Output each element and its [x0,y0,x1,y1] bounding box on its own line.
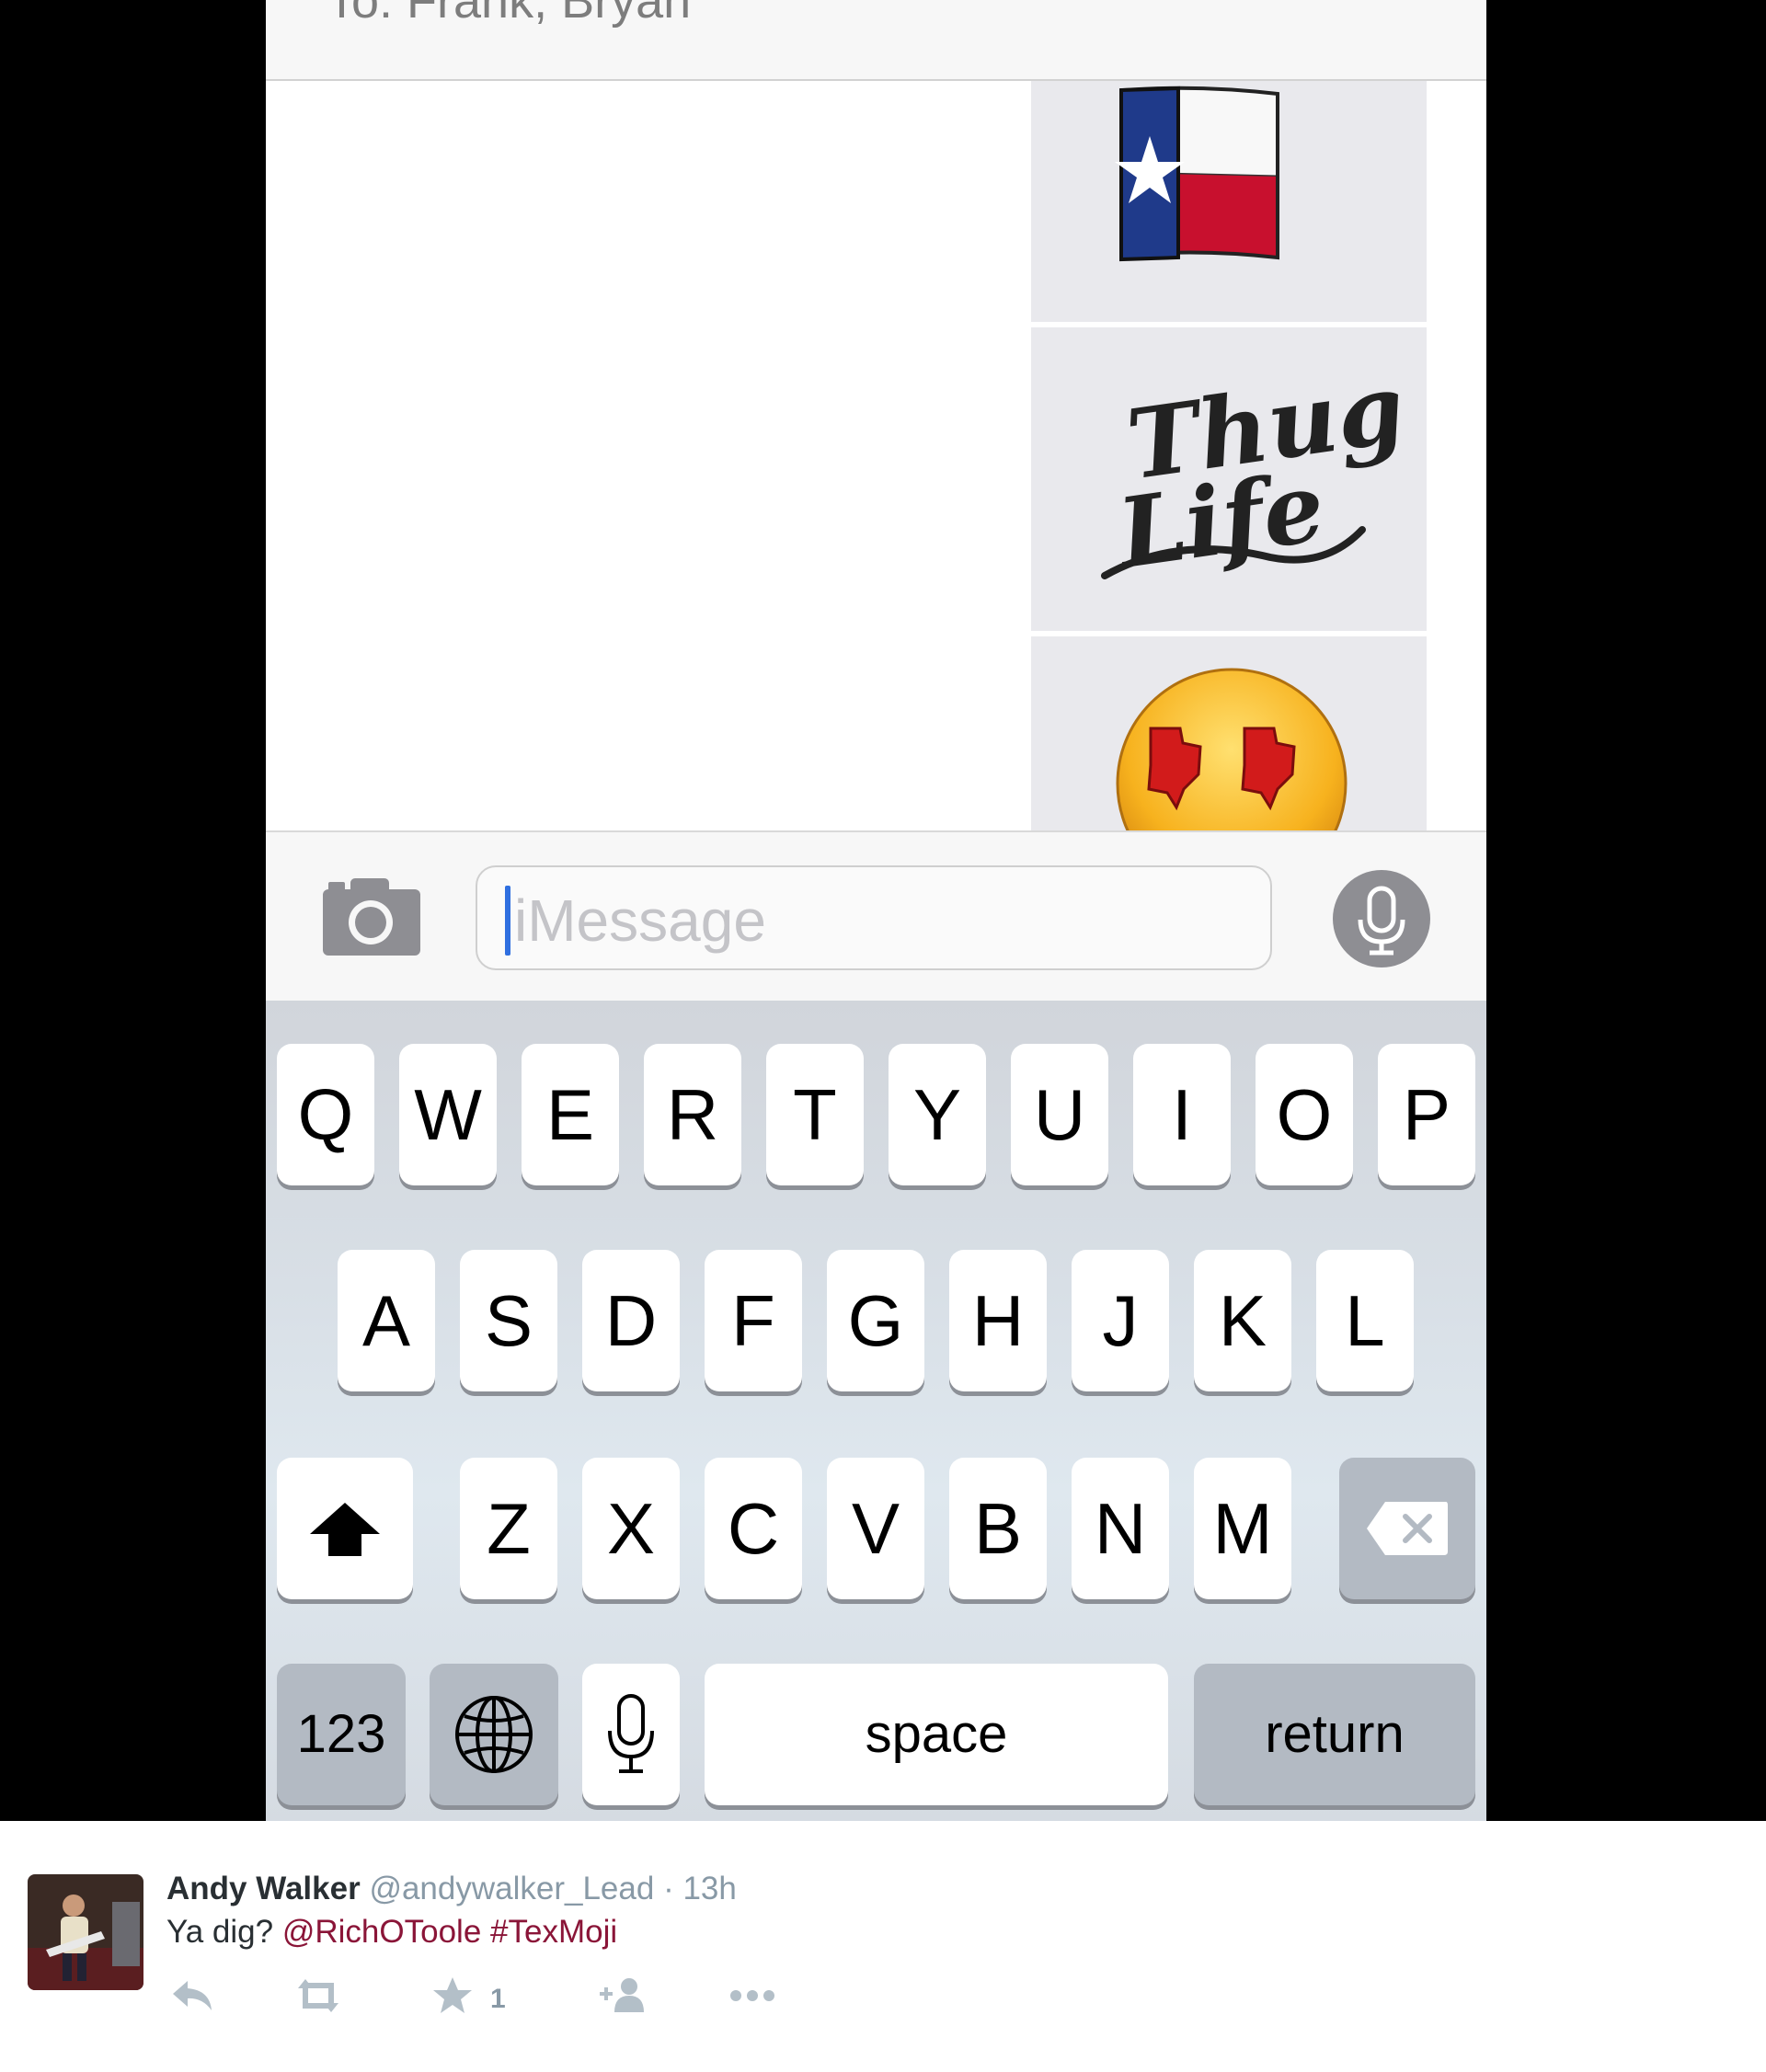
recipients-header: To: Frank, Bryan [266,0,1486,81]
texas-flag-sticker[interactable] [1031,81,1427,322]
message-input[interactable]: iMessage [476,865,1272,970]
key-l[interactable]: L [1316,1250,1414,1391]
tweet-text-prefix: Ya dig? [166,1914,274,1950]
screenshot-backdrop: To: Frank, Bryan Thug Life iMessage Q W … [0,0,1766,1821]
key-d[interactable]: D [582,1250,680,1391]
texas-eyes-face-icon [1116,668,1347,839]
dictation-key[interactable] [582,1664,680,1805]
key-f[interactable]: F [705,1250,802,1391]
thug-life-sticker[interactable]: Thug Life [1031,327,1427,631]
key-j[interactable]: J [1072,1250,1169,1391]
key-z[interactable]: Z [460,1458,557,1599]
numbers-key[interactable]: 123 [277,1664,406,1805]
delete-key[interactable] [1339,1458,1475,1599]
compose-bar: iMessage [266,830,1486,1002]
key-m[interactable]: M [1194,1458,1291,1599]
key-c[interactable]: C [705,1458,802,1599]
favorite-count: 1 [490,1984,506,2014]
key-y[interactable]: Y [889,1044,986,1185]
microphone-icon [608,1694,654,1773]
author-name[interactable]: Andy Walker [166,1871,361,1906]
key-e[interactable]: E [522,1044,619,1185]
mention-link[interactable]: @RichOToole [282,1914,481,1950]
key-k[interactable]: K [1194,1250,1291,1391]
microphone-icon [1358,886,1405,956]
key-r[interactable]: R [644,1044,741,1185]
key-v[interactable]: V [827,1458,924,1599]
key-a[interactable]: A [338,1250,435,1391]
texas-flag-icon [1115,86,1279,262]
key-t[interactable]: T [766,1044,864,1185]
delete-backspace-icon [1367,1502,1448,1555]
key-h[interactable]: H [949,1250,1047,1391]
message-placeholder: iMessage [514,887,766,954]
tweet: Andy Walker @andywalker_Lead · 13h Ya di… [0,1821,1766,2072]
message-thread[interactable]: Thug Life [266,81,1486,839]
keyboard: Q W E R T Y U I O P A S D F G H J K L Z … [266,1001,1486,1821]
tweet-header: Andy Walker @andywalker_Lead · 13h [166,1871,737,1907]
key-x[interactable]: X [582,1458,680,1599]
key-b[interactable]: B [949,1458,1047,1599]
globe-key[interactable] [430,1664,558,1805]
tweet-time[interactable]: 13h [682,1871,736,1906]
globe-icon [455,1696,533,1773]
favorite-icon[interactable] [432,1975,473,2016]
recipients-text: To: Frank, Bryan [327,0,692,29]
key-n[interactable]: N [1072,1458,1169,1599]
thug-life-lettering: Thug Life [1101,351,1411,590]
avatar[interactable] [28,1874,143,1990]
key-q[interactable]: Q [277,1044,374,1185]
shift-arrow-icon [310,1503,380,1556]
reply-icon[interactable] [171,1975,213,2016]
camera-icon[interactable] [323,878,420,956]
text-cursor [505,886,510,956]
dot-separator: · [663,1871,674,1906]
tweet-text: Ya dig? @RichOToole #TexMoji [166,1914,617,1951]
author-handle[interactable]: @andywalker_Lead [369,1871,654,1906]
return-key[interactable]: return [1194,1664,1475,1805]
key-i[interactable]: I [1133,1044,1231,1185]
retweet-icon[interactable] [292,1975,344,2016]
dictation-button[interactable] [1333,870,1430,967]
phone-screen: To: Frank, Bryan Thug Life iMessage Q W … [266,0,1486,1821]
more-icon[interactable] [728,1975,776,2016]
hashtag-link[interactable]: #TexMoji [490,1914,617,1950]
key-p[interactable]: P [1378,1044,1475,1185]
follow-icon[interactable] [598,1975,648,2016]
key-o[interactable]: O [1256,1044,1353,1185]
key-w[interactable]: W [399,1044,497,1185]
key-s[interactable]: S [460,1250,557,1391]
texas-eyes-face-sticker[interactable] [1031,636,1427,839]
key-g[interactable]: G [827,1250,924,1391]
shift-key[interactable] [277,1458,413,1599]
space-key[interactable]: space [705,1664,1168,1805]
key-u[interactable]: U [1011,1044,1108,1185]
